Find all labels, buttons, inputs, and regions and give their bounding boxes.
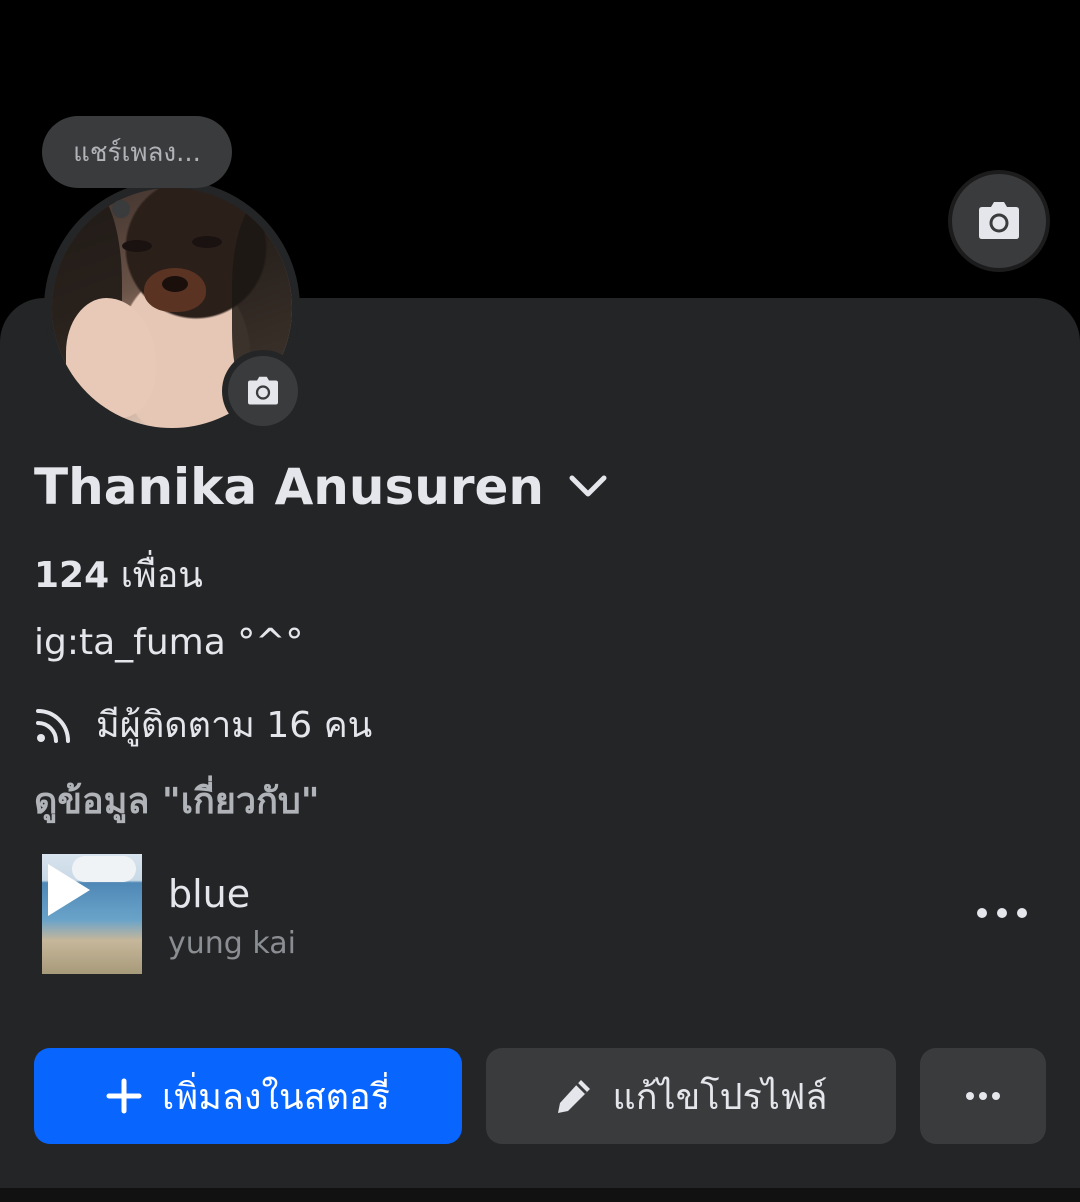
plus-icon bbox=[106, 1078, 142, 1114]
chevron-down-icon[interactable] bbox=[566, 465, 610, 509]
note-bubble-tail bbox=[112, 200, 130, 218]
profile-music[interactable]: blue yung kai bbox=[42, 854, 1042, 976]
avatar-eye bbox=[192, 236, 222, 248]
pencil-icon bbox=[555, 1077, 593, 1115]
avatar-hand bbox=[66, 298, 156, 418]
followers-row[interactable]: มีผู้ติดตาม 16 คน bbox=[34, 696, 372, 753]
add-to-story-label: เพิ่มลงในสตอรี่ bbox=[162, 1076, 390, 1118]
album-art[interactable] bbox=[42, 854, 142, 974]
rss-icon bbox=[36, 708, 70, 743]
more-horizontal-icon[interactable] bbox=[972, 898, 1032, 928]
more-options-button[interactable] bbox=[920, 1048, 1046, 1144]
note-bubble[interactable]: แชร์เพลง... bbox=[42, 116, 232, 188]
bottom-divider bbox=[0, 1188, 1080, 1202]
friends-label: เพื่อน bbox=[120, 555, 203, 596]
profile-name: Thanika Anusuren bbox=[34, 458, 544, 516]
play-icon[interactable] bbox=[48, 864, 90, 916]
friends-count[interactable]: 124 เพื่อน bbox=[34, 546, 203, 603]
more-horizontal-icon bbox=[966, 1092, 1000, 1100]
profile-bio: ig:ta_fuma °^° bbox=[34, 622, 304, 663]
avatar-eye bbox=[122, 240, 152, 252]
profile-name-row[interactable]: Thanika Anusuren bbox=[34, 458, 610, 516]
avatar-camera-button[interactable] bbox=[228, 356, 298, 426]
profile-page: แชร์เพลง... Thanika Anusuren 124 เพื่อน … bbox=[0, 0, 1080, 1202]
followers-text: มีผู้ติดตาม 16 คน bbox=[96, 705, 373, 746]
friends-number: 124 bbox=[34, 555, 110, 596]
camera-icon bbox=[979, 202, 1019, 239]
cover-camera-button[interactable] bbox=[952, 174, 1046, 268]
avatar-filter-nose-tip bbox=[162, 276, 188, 292]
song-title: blue bbox=[168, 872, 251, 916]
add-to-story-button[interactable]: เพิ่มลงในสตอรี่ bbox=[34, 1048, 462, 1144]
note-text: แชร์เพลง... bbox=[73, 137, 201, 168]
edit-profile-label: แก้ไขโปรไฟล์ bbox=[612, 1076, 828, 1118]
edit-profile-button[interactable]: แก้ไขโปรไฟล์ bbox=[486, 1048, 896, 1144]
camera-icon bbox=[248, 376, 278, 405]
about-link[interactable]: ดูข้อมูล "เกี่ยวกับ" bbox=[34, 772, 320, 829]
song-artist: yung kai bbox=[168, 926, 296, 961]
